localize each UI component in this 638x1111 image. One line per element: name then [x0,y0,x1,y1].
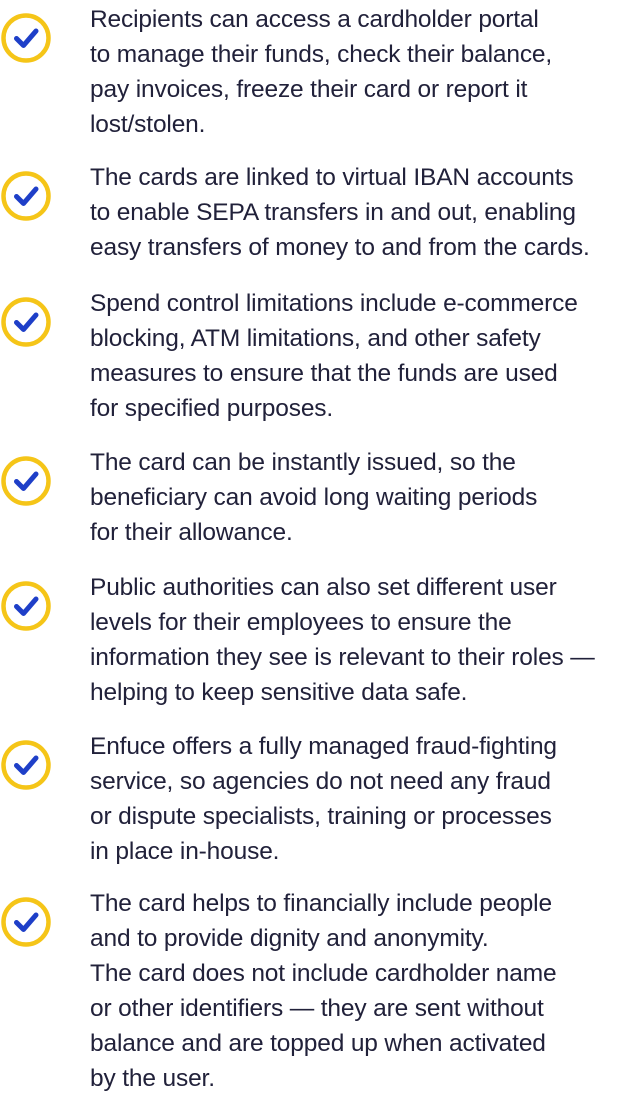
list-item-text: The card helps to financially include pe… [90,890,557,1092]
check-circle-icon [0,455,52,507]
check-circle-icon [0,896,52,948]
check-circle-icon [0,739,52,791]
check-circle-icon [0,12,52,64]
check-circle-icon [0,296,52,348]
list-item-text: The card can be instantly issued, so the… [90,449,538,546]
check-circle-icon [0,170,52,222]
list-item-text: The cards are linked to virtual IBAN acc… [90,164,590,261]
list-item-text: Public authorities can also set differen… [90,574,595,706]
list-item-text: Spend control limitations include e-comm… [90,290,578,422]
check-circle-icon [0,580,52,632]
list-item-text: Enfuce offers a fully managed fraud-figh… [90,733,557,865]
feature-list: Recipients can access a cardholder porta… [0,0,638,1111]
list-item-text: Recipients can access a cardholder porta… [90,6,553,138]
